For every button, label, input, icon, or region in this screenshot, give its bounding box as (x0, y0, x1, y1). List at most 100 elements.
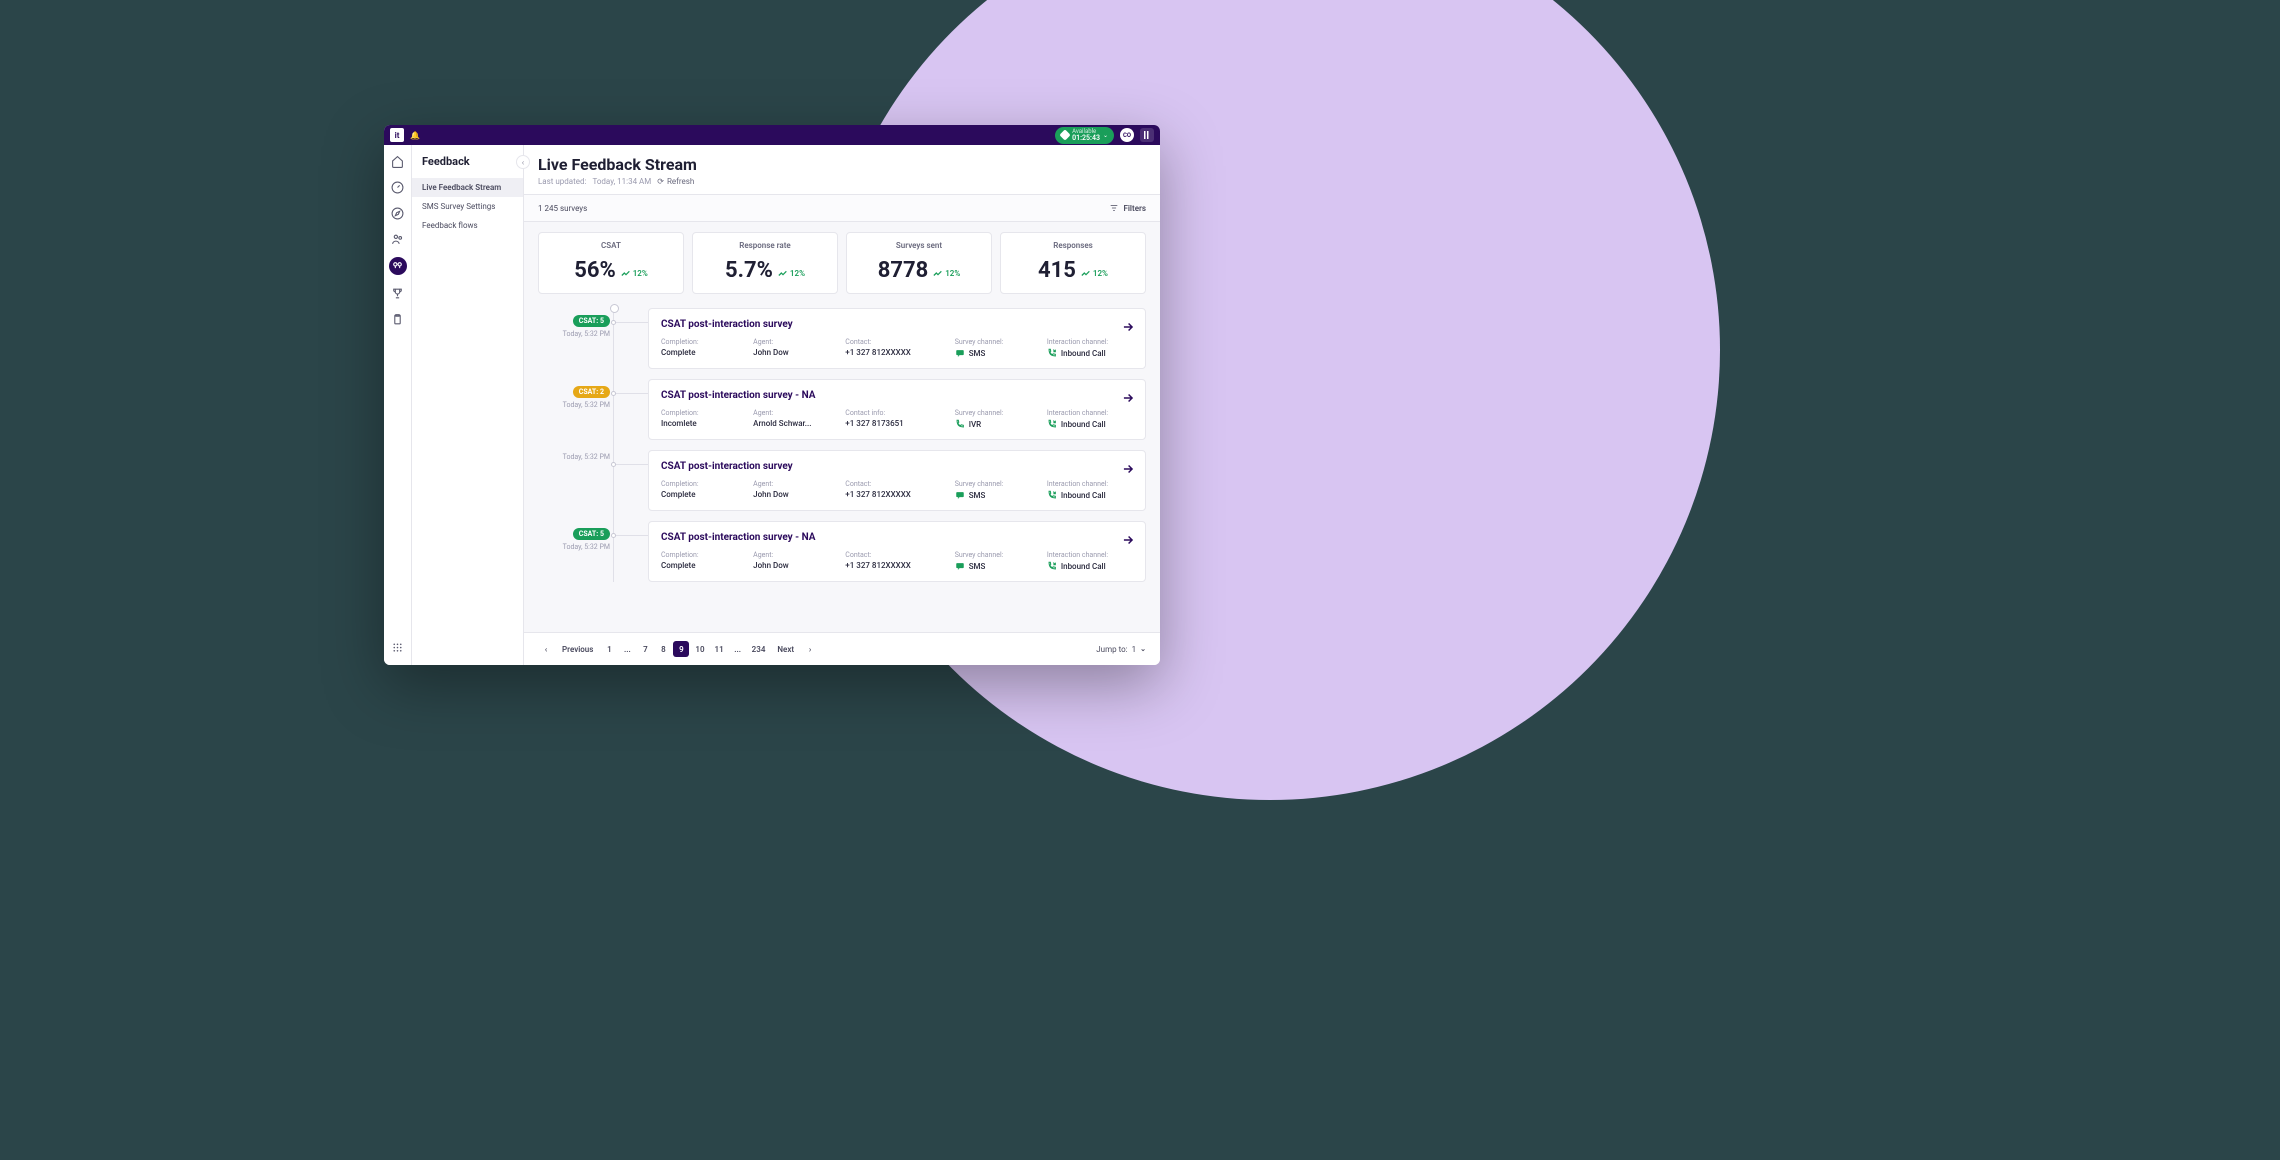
nav-clipboard-icon[interactable] (390, 311, 406, 327)
survey-title: CSAT post-interaction survey - NA (661, 390, 1133, 401)
csat-badge: CSAT: 5 (573, 528, 610, 540)
page-number[interactable]: 1 (601, 641, 617, 657)
kpi-value: 56% (574, 258, 616, 283)
kpi-value: 5.7% (725, 258, 773, 283)
trend-up-icon (621, 269, 631, 277)
page-number[interactable]: 11 (711, 641, 728, 657)
survey-title: CSAT post-interaction survey (661, 461, 1133, 472)
contact-value: +1 327 8173651 (845, 419, 948, 428)
nav-compass-icon[interactable] (390, 205, 406, 221)
contact-value: +1 327 812XXXXX (845, 490, 948, 499)
agent-value: John Dow (753, 561, 839, 570)
survey-card[interactable]: CSAT post-interaction survey Completion:… (648, 308, 1146, 369)
survey-card[interactable]: CSAT post-interaction survey - NA Comple… (648, 379, 1146, 440)
contact-value: +1 327 812XXXXX (845, 561, 948, 570)
completion-value: Incomlete (661, 419, 747, 428)
arrow-right-icon (1121, 320, 1135, 334)
sidebar-item[interactable]: Feedback flows (412, 216, 523, 235)
sidebar-item[interactable]: SMS Survey Settings (412, 197, 523, 216)
nav-dashboard-icon[interactable] (390, 179, 406, 195)
chevron-down-icon: ⌄ (1140, 645, 1146, 653)
kpi-delta: 12% (1081, 269, 1108, 278)
field-label: Survey channel: (955, 409, 1041, 417)
survey-channel-value: SMS (955, 490, 1041, 500)
feed-timestamp: Today, 5:32 PM (538, 453, 610, 461)
presence-status-pill[interactable]: Available 01:25:43 ⌄ (1055, 127, 1114, 144)
survey-card[interactable]: CSAT post-interaction survey - NA Comple… (648, 521, 1146, 582)
nav-home-icon[interactable] (390, 153, 406, 169)
agent-value: John Dow (753, 348, 839, 357)
field-label: Interaction channel: (1047, 551, 1133, 559)
page-number[interactable]: 7 (637, 641, 653, 657)
app-logo[interactable]: it (390, 128, 404, 142)
sidebar-title: Feedback (412, 155, 523, 178)
interaction-channel-value: Inbound Call (1047, 348, 1133, 358)
filters-label: Filters (1123, 204, 1146, 213)
timeline-connector (616, 535, 648, 536)
contact-value: +1 327 812XXXXX (845, 348, 948, 357)
open-survey-button[interactable] (1121, 319, 1135, 333)
refresh-icon: ⟳ (657, 177, 664, 186)
field-label: Contact: (845, 551, 948, 559)
trend-up-icon (1081, 269, 1091, 277)
kpi-card: Surveys sent 8778 12% (846, 232, 992, 294)
completion-value: Complete (661, 561, 747, 570)
feed-row: CSAT: 5 Today, 5:32 PM CSAT post-interac… (598, 308, 1146, 369)
main-header: Live Feedback Stream Last updated: Today… (524, 145, 1160, 195)
prev-button[interactable]: Previous (556, 641, 599, 657)
next-button[interactable]: Next (771, 641, 800, 657)
page-number[interactable]: 8 (655, 641, 671, 657)
refresh-button[interactable]: ⟳ Refresh (657, 177, 694, 186)
nav-trophy-icon[interactable] (390, 285, 406, 301)
feed-row: Today, 5:32 PM CSAT post-interaction sur… (598, 450, 1146, 511)
filter-icon (1109, 203, 1119, 213)
survey-card[interactable]: CSAT post-interaction survey Completion:… (648, 450, 1146, 511)
kpi-value: 8778 (878, 258, 929, 283)
kpi-value: 415 (1038, 258, 1076, 283)
page-number[interactable]: 9 (673, 641, 689, 657)
survey-count: 1 245 surveys (538, 204, 587, 213)
timeline-connector (616, 464, 648, 465)
toolbar: 1 245 surveys Filters (524, 195, 1160, 222)
open-survey-button[interactable] (1121, 532, 1135, 546)
feed-row: CSAT: 2 Today, 5:32 PM CSAT post-interac… (598, 379, 1146, 440)
next-chevron-icon[interactable]: › (802, 641, 818, 657)
interaction-channel-value: Inbound Call (1047, 419, 1133, 429)
jump-to-label: Jump to: (1096, 645, 1127, 654)
open-survey-button[interactable] (1121, 390, 1135, 404)
last-updated-value: Today, 11:34 AM (592, 177, 651, 186)
arrow-right-icon (1121, 462, 1135, 476)
refresh-label: Refresh (667, 177, 694, 186)
interaction-channel-value: Inbound Call (1047, 490, 1133, 500)
field-label: Completion: (661, 551, 747, 559)
bell-icon[interactable]: 🔔 (410, 131, 420, 140)
titlebar: it 🔔 Available 01:25:43 ⌄ CO (384, 125, 1160, 145)
jump-to-control[interactable]: Jump to: 1 ⌄ (1096, 645, 1146, 654)
sidebar-item[interactable]: Live Feedback Stream (412, 178, 523, 197)
field-label: Agent: (753, 338, 839, 346)
field-label: Completion: (661, 480, 747, 488)
panel-toggle-icon[interactable] (1140, 128, 1154, 142)
kpi-label: Surveys sent (853, 241, 985, 250)
nav-people-icon[interactable] (390, 231, 406, 247)
kpi-label: Responses (1007, 241, 1139, 250)
prev-chevron-icon[interactable]: ‹ (538, 641, 554, 657)
trend-up-icon (778, 269, 788, 277)
user-avatar[interactable]: CO (1120, 128, 1134, 142)
open-survey-button[interactable] (1121, 461, 1135, 475)
page-number[interactable]: 10 (691, 641, 708, 657)
kpi-label: Response rate (699, 241, 831, 250)
kpi-card: Responses 415 12% (1000, 232, 1146, 294)
pagination: ‹Previous1...7891011...234Next› Jump to:… (524, 632, 1160, 665)
kpi-card: Response rate 5.7% 12% (692, 232, 838, 294)
page-title: Live Feedback Stream (538, 155, 1146, 174)
filters-button[interactable]: Filters (1109, 203, 1146, 213)
nav-apps-icon[interactable] (390, 639, 406, 655)
feed-timestamp: Today, 5:32 PM (538, 401, 610, 409)
interaction-channel-value: Inbound Call (1047, 561, 1133, 571)
sidebar-collapse-button[interactable]: ‹ (516, 155, 530, 169)
timeline-connector (616, 322, 648, 323)
nav-feedback-icon[interactable] (389, 257, 407, 275)
feed-row: CSAT: 5 Today, 5:32 PM CSAT post-interac… (598, 521, 1146, 582)
page-number[interactable]: 234 (748, 641, 770, 657)
